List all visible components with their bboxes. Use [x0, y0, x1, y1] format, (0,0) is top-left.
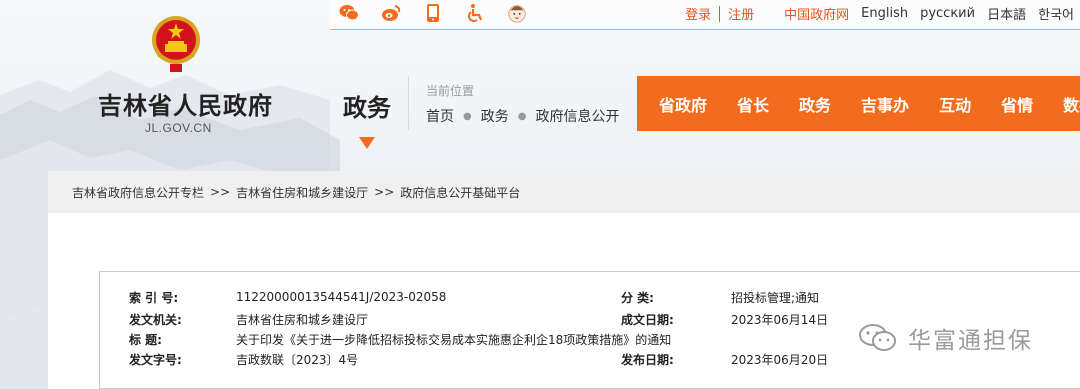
title-value: 关于印发《关于进一步降低招标投标交易成本实施惠企利企18项政策措施》的通知: [236, 332, 672, 347]
site-title[interactable]: 吉林省人民政府: [98, 86, 273, 121]
issuer-value: 吉林省住房和城乡建设厅: [236, 312, 369, 327]
index-label: 索 引 号:: [129, 290, 179, 305]
doc-number-value: 吉政数联〔2023〕4号: [236, 352, 359, 367]
site-domain: JL.GOV.CN: [145, 121, 212, 135]
nav-item-province-info[interactable]: 省情: [1001, 92, 1033, 116]
top-links: 登录 注册 中国政府网 English русский 日本語 한국어: [685, 4, 1074, 23]
top-utility-bar: 登录 注册 中国政府网 English русский 日本語 한국어: [330, 0, 1080, 30]
nav-item-province-gov[interactable]: 省政府: [659, 92, 707, 116]
breadcrumb-disclosure-column[interactable]: 吉林省政府信息公开专栏: [72, 184, 204, 201]
created-date-label: 成文日期:: [621, 312, 674, 327]
watermark-text: 华富通担保: [908, 328, 1033, 354]
nav-item-data[interactable]: 数据: [1063, 92, 1080, 116]
location-disclosure-link[interactable]: 政府信息公开: [535, 106, 619, 126]
breadcrumb-separator: >>: [374, 185, 395, 199]
section-arrow-icon: [359, 137, 375, 149]
divider: [408, 76, 409, 130]
wechat-watermark-icon: [859, 324, 896, 351]
title-label: 标 题:: [129, 332, 162, 347]
breadcrumb-separator: >>: [210, 185, 231, 199]
lang-english[interactable]: English: [861, 6, 908, 21]
login-link[interactable]: 登录: [685, 4, 711, 23]
meta-row: 索 引 号: 11220000013544541J/2023-02058 分 类…: [100, 286, 1080, 308]
nav-item-politics[interactable]: 政务: [799, 92, 831, 116]
issuer-label: 发文机关:: [129, 312, 182, 327]
breadcrumb-housing-dept[interactable]: 吉林省住房和城乡建设厅: [236, 184, 368, 201]
wechat-icon[interactable]: [338, 2, 360, 24]
nav-item-governor[interactable]: 省长: [737, 92, 769, 116]
breadcrumb: 吉林省政府信息公开专栏 >> 吉林省住房和城乡建设厅 >> 政府信息公开基础平台: [48, 171, 1080, 213]
china-gov-link[interactable]: 中国政府网: [784, 4, 849, 23]
mascot-icon[interactable]: [506, 2, 528, 24]
national-emblem-icon[interactable]: [148, 14, 204, 74]
mobile-icon[interactable]: [422, 2, 444, 24]
doc-number-label: 发文字号:: [129, 352, 182, 367]
lang-russian[interactable]: русский: [920, 6, 975, 21]
main-nav: 省政府 省长 政务 吉事办 互动 省情 数据: [637, 76, 1080, 131]
bullet-icon: ●: [463, 110, 472, 122]
accessibility-icon[interactable]: [464, 2, 486, 24]
category-label: 分 类:: [621, 290, 654, 305]
location-label: 当前位置: [426, 84, 475, 98]
location-breadcrumb: 首页 ● 政务 ● 政府信息公开: [426, 106, 619, 126]
published-date-value: 2023年06月20日: [731, 352, 829, 367]
created-date-value: 2023年06月14日: [731, 312, 829, 327]
lang-korean[interactable]: 한국어: [1038, 4, 1074, 23]
social-icons: [338, 0, 528, 26]
section-title: 政务: [343, 94, 391, 122]
lang-japanese[interactable]: 日本語: [987, 4, 1026, 23]
watermark: 华富通担保: [858, 321, 1033, 355]
register-link[interactable]: 注册: [728, 4, 754, 23]
location-home-link[interactable]: 首页: [426, 106, 454, 126]
divider: [719, 5, 721, 22]
breadcrumb-platform[interactable]: 政府信息公开基础平台: [400, 184, 520, 201]
nav-item-jishiban[interactable]: 吉事办: [861, 92, 909, 116]
bullet-icon: ●: [517, 110, 527, 122]
location-politics-link[interactable]: 政务: [481, 106, 509, 126]
weibo-icon[interactable]: [380, 2, 402, 24]
published-date-label: 发布日期:: [621, 352, 674, 367]
nav-item-interaction[interactable]: 互动: [939, 92, 971, 116]
category-value: 招投标管理;通知: [731, 290, 820, 305]
index-value: 11220000013544541J/2023-02058: [236, 290, 447, 304]
